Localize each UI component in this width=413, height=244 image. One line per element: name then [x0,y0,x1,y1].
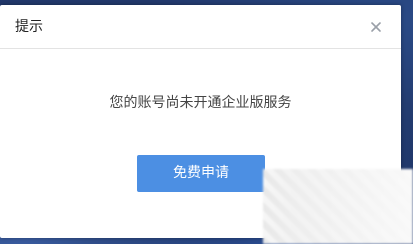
dialog-header: 提示 [0,5,401,49]
dialog-title: 提示 [15,19,43,35]
close-icon[interactable] [368,19,384,35]
notice-message: 您的账号尚未开通企业版服务 [109,95,292,111]
blurred-watermark [263,169,413,244]
free-apply-button[interactable]: 免费申请 [137,155,265,192]
